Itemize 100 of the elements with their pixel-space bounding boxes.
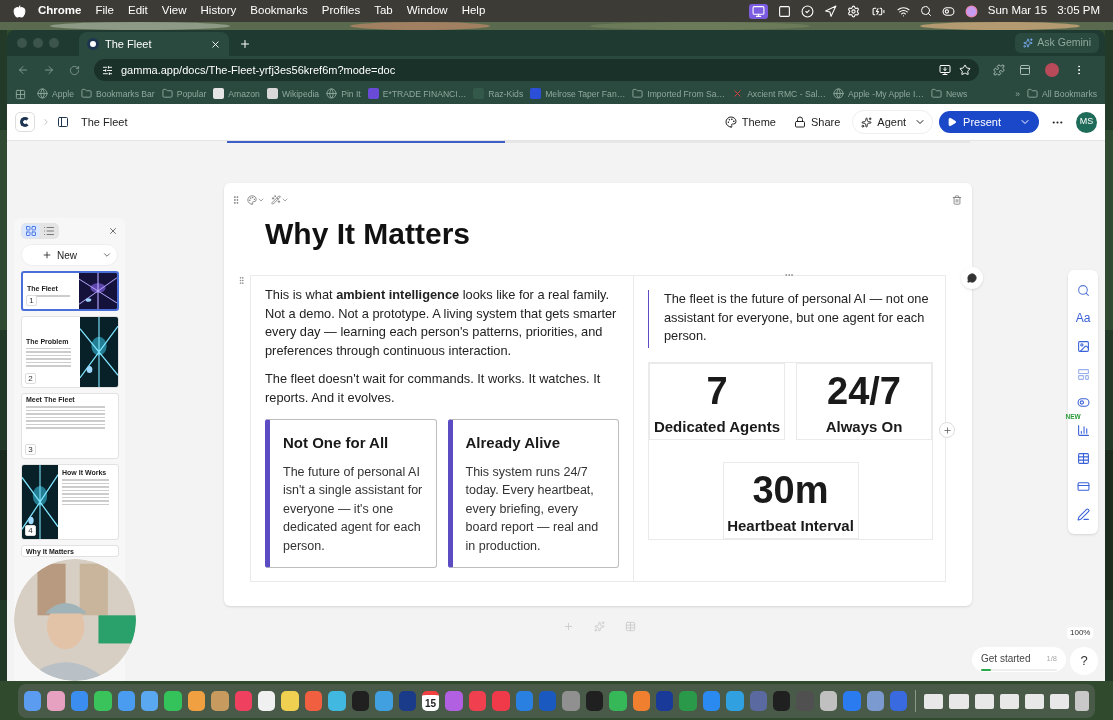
menu-item[interactable]: Window bbox=[406, 2, 448, 20]
sidebar-toggle-icon[interactable] bbox=[57, 116, 69, 128]
menu-time[interactable]: 3:05 PM bbox=[1057, 2, 1100, 20]
bookmark-link[interactable]: Bookmarks Bar bbox=[96, 87, 155, 101]
drag-handle-icon[interactable] bbox=[237, 276, 246, 285]
zoom-level[interactable]: 100% bbox=[1067, 627, 1094, 639]
user-avatar[interactable]: MS bbox=[1076, 111, 1097, 133]
wifi-icon[interactable] bbox=[896, 4, 910, 18]
chevron-down-icon[interactable] bbox=[281, 196, 289, 204]
document-title[interactable]: The Fleet bbox=[81, 113, 128, 131]
profile-avatar[interactable] bbox=[1045, 63, 1059, 77]
window-thumbnail[interactable] bbox=[1024, 693, 1044, 709]
menu-item[interactable]: History bbox=[200, 2, 237, 20]
address-bar[interactable]: gamma.app/docs/The-Fleet-yrfj3es56kref6m?mode=doc bbox=[94, 59, 979, 81]
extensions-icon[interactable] bbox=[993, 64, 1005, 76]
bookmark-link[interactable]: Axcient RMC - Sal… bbox=[747, 87, 826, 101]
table-icon[interactable] bbox=[1076, 451, 1090, 465]
bookmark-link[interactable]: All Bookmarks bbox=[1042, 87, 1097, 101]
present-button[interactable]: Present bbox=[939, 111, 1039, 133]
window-thumbnail[interactable] bbox=[974, 693, 994, 709]
grid-plus-icon[interactable] bbox=[1076, 367, 1090, 381]
apps-icon[interactable] bbox=[15, 88, 26, 100]
help-button[interactable]: ? bbox=[1070, 647, 1098, 675]
card-view-toggle[interactable] bbox=[22, 224, 40, 238]
app-icon[interactable] bbox=[47, 691, 65, 711]
bookmark-link[interactable]: Melrose Taper Fan… bbox=[545, 87, 626, 101]
app-icon[interactable] bbox=[281, 691, 299, 711]
menu-item[interactable]: Bookmarks bbox=[250, 2, 308, 20]
gear-icon[interactable] bbox=[846, 4, 860, 18]
app-icon[interactable] bbox=[211, 691, 229, 711]
bookmark-link[interactable]: Wikipedia bbox=[281, 87, 320, 101]
bookmark-link[interactable]: Popular bbox=[176, 87, 207, 101]
app-icon[interactable] bbox=[24, 691, 42, 711]
bookmark-link[interactable]: Amazon bbox=[228, 87, 260, 101]
app-icon[interactable] bbox=[94, 691, 112, 711]
image-icon[interactable] bbox=[1076, 339, 1090, 353]
trash-icon[interactable] bbox=[1075, 691, 1090, 711]
search-icon[interactable] bbox=[919, 5, 932, 17]
add-column-button[interactable] bbox=[939, 422, 955, 438]
window-thumbnail[interactable] bbox=[999, 693, 1019, 709]
window-thumbnail[interactable] bbox=[1050, 693, 1070, 709]
bookmark-link[interactable]: Raz-Kids bbox=[488, 87, 524, 101]
close-icon[interactable] bbox=[210, 38, 221, 50]
check-icon[interactable] bbox=[800, 4, 814, 18]
bookmark-link[interactable]: Apple -My Apple I… bbox=[847, 87, 924, 101]
app-icon[interactable] bbox=[141, 691, 159, 711]
app-icon[interactable] bbox=[328, 691, 346, 711]
menu-date[interactable]: Sun Mar 15 bbox=[987, 2, 1048, 20]
new-tab-icon[interactable] bbox=[239, 38, 251, 50]
close-icon[interactable] bbox=[108, 226, 118, 236]
app-icon[interactable] bbox=[375, 691, 393, 711]
ask-gemini-button[interactable]: Ask Gemini bbox=[1015, 33, 1099, 53]
menu-app-name[interactable]: Chrome bbox=[38, 2, 82, 20]
wand-icon[interactable] bbox=[271, 195, 281, 205]
more-bookmarks-button[interactable]: » bbox=[1015, 87, 1021, 101]
calendar-icon[interactable]: 15 bbox=[421, 691, 440, 711]
menu-item[interactable]: View bbox=[161, 2, 187, 20]
screen-share-icon[interactable] bbox=[748, 3, 768, 19]
bookmark-link[interactable]: E*TRADE FINANCI… bbox=[382, 87, 467, 101]
site-settings-icon[interactable] bbox=[102, 64, 113, 76]
menu-item[interactable]: Tab bbox=[374, 2, 393, 20]
menu-item[interactable]: Profiles bbox=[321, 2, 361, 20]
chevron-down-icon[interactable] bbox=[102, 250, 112, 260]
app-icon[interactable] bbox=[819, 691, 838, 711]
share-button[interactable]: Share bbox=[787, 110, 847, 134]
gamma-logo-icon[interactable] bbox=[15, 112, 35, 132]
orb-icon[interactable] bbox=[964, 4, 978, 18]
stop-icon[interactable] bbox=[777, 4, 791, 18]
app-icon[interactable] bbox=[609, 691, 627, 711]
comment-button[interactable] bbox=[961, 267, 983, 289]
install-icon[interactable] bbox=[939, 64, 951, 76]
tab-search-icon[interactable] bbox=[1019, 64, 1031, 76]
window-thumbnail[interactable] bbox=[924, 693, 944, 709]
bookmark-link[interactable]: Pin It bbox=[341, 87, 361, 101]
app-icon[interactable] bbox=[258, 691, 276, 711]
apple-icon[interactable] bbox=[13, 4, 26, 18]
menu-item[interactable]: File bbox=[95, 2, 114, 20]
drag-handle-icon[interactable] bbox=[231, 195, 241, 205]
menu-item[interactable]: Help bbox=[461, 2, 486, 20]
chart-icon[interactable] bbox=[1076, 423, 1090, 437]
browser-tab[interactable]: The Fleet bbox=[79, 32, 229, 56]
control-center-icon[interactable] bbox=[941, 4, 955, 18]
back-icon[interactable] bbox=[17, 64, 29, 76]
app-icon[interactable] bbox=[866, 691, 885, 711]
theme-button[interactable]: Theme bbox=[718, 110, 782, 134]
location-arrow-icon[interactable] bbox=[823, 4, 837, 18]
palette-icon[interactable] bbox=[247, 195, 257, 205]
bookmark-star-icon[interactable] bbox=[959, 64, 971, 76]
menu-item[interactable]: Edit bbox=[128, 2, 148, 20]
forward-icon[interactable] bbox=[43, 64, 55, 76]
bookmark-link[interactable]: News bbox=[945, 87, 968, 101]
app-icon[interactable] bbox=[164, 691, 182, 711]
text-tool[interactable]: Aa bbox=[1075, 309, 1091, 327]
app-icon[interactable] bbox=[632, 691, 650, 711]
window-thumbnail[interactable] bbox=[949, 693, 969, 709]
search-icon[interactable] bbox=[1076, 283, 1090, 297]
card-icon[interactable] bbox=[1076, 479, 1090, 493]
delete-icon[interactable] bbox=[952, 195, 962, 205]
chevron-down-icon[interactable] bbox=[257, 196, 265, 204]
app-icon[interactable] bbox=[187, 691, 206, 711]
